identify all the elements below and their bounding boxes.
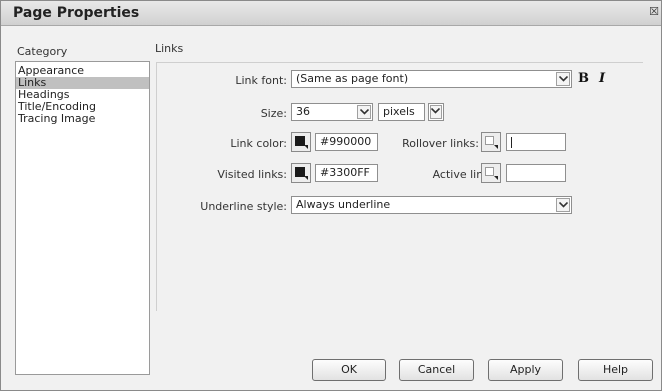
text-cursor — [511, 137, 512, 148]
size-value: 36 — [296, 105, 310, 118]
size-unit-dropdown[interactable] — [428, 103, 444, 121]
category-header: Category — [17, 45, 68, 58]
underline-style-value: Always underline — [296, 198, 391, 211]
apply-button[interactable]: Apply — [488, 359, 563, 381]
visited-links-label: Visited links: — [217, 168, 287, 181]
size-unit-value: pixels — [383, 105, 415, 118]
ok-button[interactable]: OK — [312, 359, 386, 381]
chevron-down-icon[interactable] — [556, 198, 570, 212]
dialog-title: Page Properties — [13, 5, 140, 21]
cancel-button[interactable]: Cancel — [399, 359, 474, 381]
underline-style-label: Underline style: — [200, 200, 287, 213]
chevron-down-icon — [431, 108, 440, 114]
color-swatch-icon — [485, 167, 494, 176]
link-font-select[interactable]: (Same as page font) — [291, 70, 572, 88]
link-color-label: Link color: — [230, 137, 287, 150]
active-color-picker[interactable] — [481, 163, 501, 183]
size-select[interactable]: 36 — [291, 103, 373, 121]
title-bar: Page Properties ☒ — [1, 1, 661, 26]
help-button[interactable]: Help — [578, 359, 653, 381]
links-panel — [156, 62, 643, 311]
chevron-down-icon[interactable] — [357, 105, 371, 119]
close-icon[interactable]: ☒ — [649, 6, 659, 18]
underline-style-select[interactable]: Always underline — [291, 196, 572, 214]
section-title: Links — [155, 42, 184, 55]
category-list: Appearance Links Headings Title/Encoding… — [15, 61, 150, 375]
link-color-field[interactable]: #990000 — [315, 133, 378, 151]
rollover-links-label: Rollover links: — [402, 137, 479, 150]
visited-color-picker[interactable] — [291, 163, 311, 183]
chevron-down-icon[interactable] — [556, 72, 570, 86]
link-font-label: Link font: — [235, 74, 287, 87]
size-label: Size: — [260, 107, 287, 120]
bold-button[interactable]: B — [578, 71, 589, 86]
link-color-picker[interactable] — [291, 132, 311, 152]
italic-button[interactable]: I — [599, 71, 605, 86]
rollover-color-picker[interactable] — [481, 132, 501, 152]
active-links-field[interactable] — [506, 164, 566, 182]
size-unit-select[interactable]: pixels — [378, 103, 425, 121]
visited-links-field[interactable]: #3300FF — [315, 164, 378, 182]
rollover-links-field[interactable] — [506, 133, 566, 151]
link-font-value: (Same as page font) — [296, 72, 409, 85]
category-item-tracing-image[interactable]: Tracing Image — [16, 113, 149, 125]
color-swatch-icon — [485, 136, 494, 145]
page-properties-dialog: Page Properties ☒ Category Links Appeara… — [0, 0, 662, 391]
